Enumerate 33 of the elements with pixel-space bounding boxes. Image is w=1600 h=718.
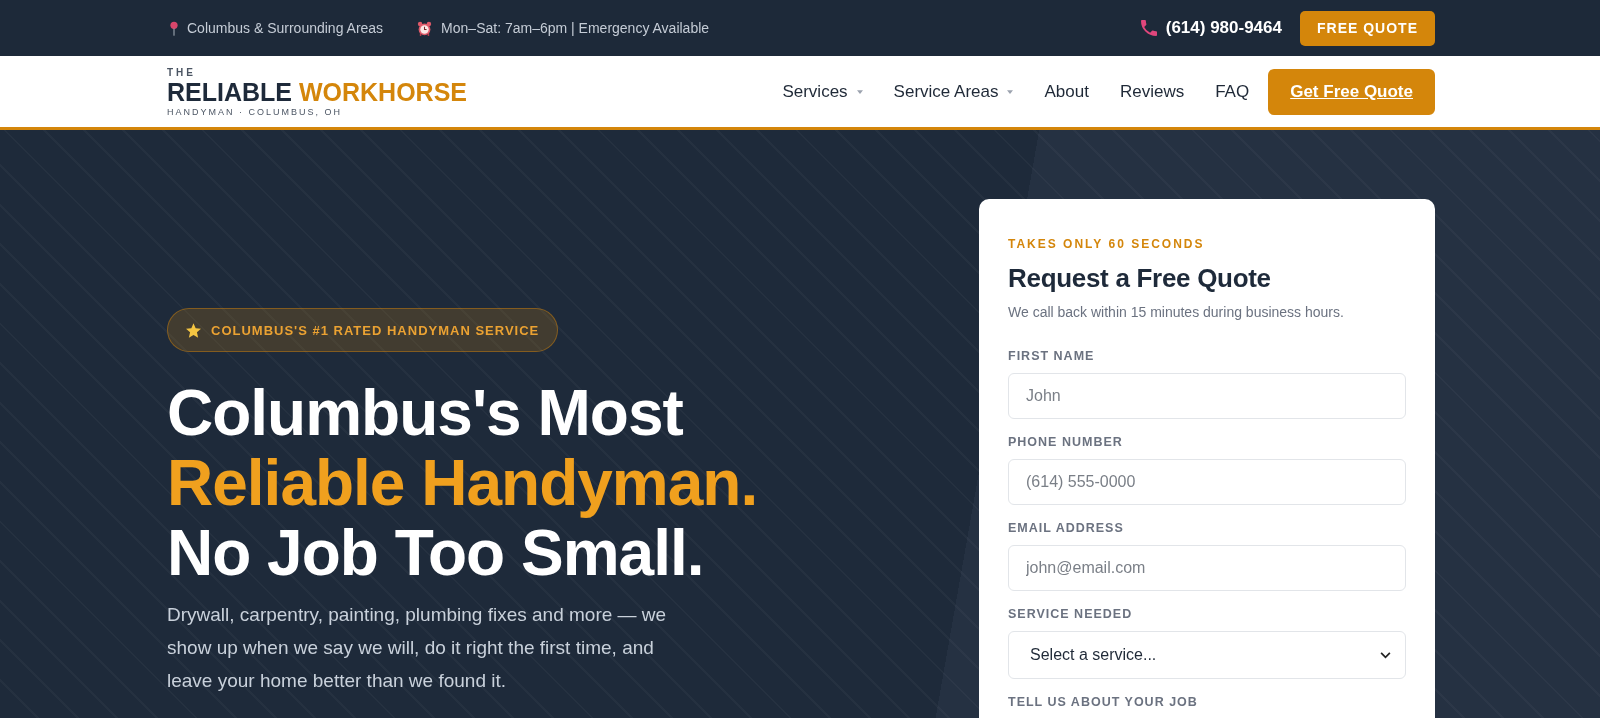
nav-link[interactable]: Services [782, 81, 863, 102]
input-field[interactable]: John [1008, 373, 1406, 419]
map-pin-icon [170, 20, 178, 36]
logo-wordmark[interactable]: RELIABLE WORKHORSE [167, 79, 467, 106]
nav-link[interactable]: Reviews [1119, 81, 1185, 102]
nav-link[interactable]: FAQ [1215, 81, 1250, 102]
badge-text: COLUMBUS'S #1 RATED HANDYMAN SERVICE [211, 322, 540, 338]
input-field[interactable]: john@email.com [1008, 545, 1406, 591]
caret-down-icon [856, 89, 863, 94]
hours-text: Mon–Sat: 7am–6pm | Emergency Available [441, 20, 710, 36]
field-label: TELL US ABOUT YOUR JOB [1008, 694, 1199, 710]
hero-heading: Columbus's Most Reliable Handyman. No Job Too Small. [167, 378, 759, 588]
logo-tagline: HANDYMAN · COLUMBUS, OH [167, 106, 342, 118]
alarm-clock-icon [417, 20, 433, 36]
form-eyebrow: TAKES ONLY 60 SECONDS [1008, 236, 1206, 252]
logo-small-text: THE [167, 67, 196, 79]
form-subtitle: We call back within 15 minutes during business hours. [1008, 303, 1345, 322]
service-select[interactable]: Select a service... [1008, 631, 1406, 679]
field-label: EMAIL ADDRESS [1008, 520, 1125, 536]
field-label: PHONE NUMBER [1008, 434, 1124, 450]
hero-description: Drywall, carpentry, painting, plumbing fixes and more — we show up when we say we will, do it right the first time, and leave your home better than we found it. [167, 603, 668, 693]
star-icon [186, 322, 201, 338]
input-field[interactable]: (614) 555-0000 [1008, 459, 1406, 505]
field-label: SERVICE NEEDED [1008, 606, 1134, 622]
nav-link[interactable]: About [1044, 81, 1089, 102]
caret-down-icon [1007, 89, 1014, 94]
location-text: Columbus & Surrounding Areas [187, 20, 384, 36]
field-label: FIRST NAME [1008, 348, 1096, 364]
chevron-down-icon [1380, 651, 1391, 659]
phone-icon [1140, 20, 1157, 36]
form-title: Request a Free Quote [1008, 262, 1272, 294]
phone-link[interactable]: (614) 980-9464 [1165, 18, 1282, 38]
nav-link[interactable]: Service Areas [893, 81, 1014, 102]
